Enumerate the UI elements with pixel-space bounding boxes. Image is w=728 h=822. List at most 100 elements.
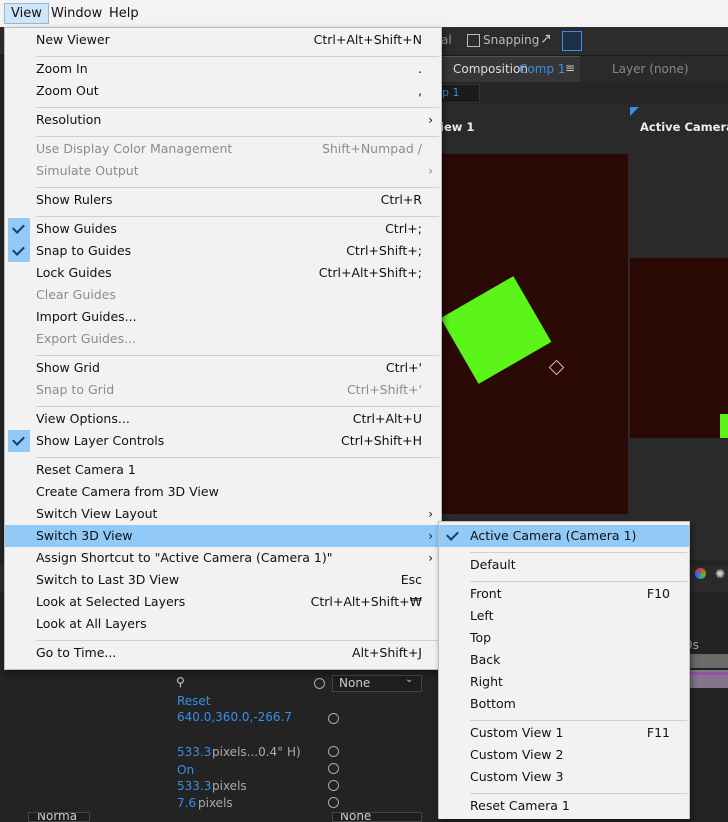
menu-item-show-grid[interactable]: Show Grid Ctrl+'	[5, 357, 441, 379]
menu-item-shortcut: F11	[646, 725, 670, 740]
aperture-value[interactable]: 7.6	[177, 796, 196, 810]
aperture-unit: pixels	[198, 796, 233, 810]
position-pickwhip-icon[interactable]	[328, 713, 339, 724]
menu-item-label: Snap to Grid	[36, 382, 115, 397]
menu-item-label: Import Guides...	[36, 309, 137, 324]
depth-of-field-value[interactable]: On	[177, 763, 194, 777]
right-comp-canvas[interactable]	[630, 258, 728, 438]
checkmark-icon	[8, 240, 30, 262]
menu-item-shortcut: Esc	[400, 572, 422, 587]
composition-tab-bar: Composition Comp 1 ≡ Layer (none)	[440, 56, 728, 83]
chevron-right-icon: ›	[428, 551, 433, 565]
menu-item-label: Top	[470, 630, 492, 645]
menu-item-show-layer-controls[interactable]: Show Layer Controls Ctrl+Shift+H	[5, 430, 441, 452]
menu-item-back[interactable]: Back	[439, 649, 689, 671]
menu-bar: View Window Help	[0, 0, 728, 28]
menu-item-right[interactable]: Right	[439, 671, 689, 693]
menu-item-export-guides: Export Guides...	[5, 328, 441, 350]
menu-view[interactable]: View	[4, 3, 49, 24]
menu-item-look-at-all-layers[interactable]: Look at All Layers	[5, 613, 441, 635]
zoom-pickwhip-icon[interactable]	[328, 746, 339, 757]
menu-item-label: Back	[470, 652, 501, 667]
menu-item-label: Custom View 3	[470, 769, 564, 784]
menu-item-front[interactable]: Front F10	[439, 583, 689, 605]
parent-pickwhip-icon[interactable]: ⚲	[176, 675, 185, 689]
tab-comp-name: Comp 1	[519, 62, 566, 76]
menu-item-shortcut: Ctrl+'	[385, 360, 422, 375]
mode-select[interactable]: Norma	[28, 812, 90, 822]
menu-item-label: Default	[470, 557, 516, 572]
color-wheel-icon[interactable]	[695, 568, 706, 579]
motion-blur-icon[interactable]: ✺	[715, 567, 725, 581]
tab-layer[interactable]: Layer (none)	[612, 62, 689, 76]
menu-item-look-at-selected-layers[interactable]: Look at Selected Layers Ctrl+Alt+Shift+₩	[5, 591, 441, 613]
snapping-checkbox[interactable]	[467, 34, 480, 47]
menu-item-label: Simulate Output	[36, 163, 139, 178]
menu-item-zoom-in[interactable]: Zoom In.	[5, 58, 441, 80]
menu-item-top[interactable]: Top	[439, 627, 689, 649]
menu-item-label: Create Camera from 3D View	[36, 484, 219, 499]
pickwhip-icon[interactable]	[314, 678, 325, 689]
view-menu: New Viewer Ctrl+Alt+Shift+N Zoom In. Zoom O…	[4, 27, 442, 670]
menu-item-active-camera-camera-1[interactable]: Active Camera (Camera 1)	[439, 525, 689, 547]
menu-item-snap-to-guides[interactable]: Snap to Guides Ctrl+Shift+;	[5, 240, 441, 262]
snap-feather-icon[interactable]: ↗	[540, 31, 552, 47]
menu-item-shortcut: Ctrl+Shift+H	[341, 433, 422, 448]
menu-item-label: Show Layer Controls	[36, 433, 165, 448]
menu-item-switch-view-layout[interactable]: Switch View Layout ›	[5, 503, 441, 525]
menu-item-label: Switch 3D View	[36, 528, 133, 543]
menu-item-show-guides[interactable]: Show Guides Ctrl+;	[5, 218, 441, 240]
menu-window[interactable]: Window	[45, 4, 108, 23]
focus-distance-value[interactable]: 533.3	[177, 779, 211, 793]
menu-item-create-camera-from-3d-view[interactable]: Create Camera from 3D View	[5, 481, 441, 503]
panel-menu-icon[interactable]: ≡	[565, 61, 575, 75]
position-value[interactable]: 640.0,360.0,-266.7	[177, 710, 292, 724]
active-view-marker	[630, 107, 639, 116]
dof-pickwhip-icon[interactable]	[328, 763, 339, 774]
menu-item-reset-camera-1[interactable]: Reset Camera 1	[5, 459, 441, 481]
menu-item-assign-shortcut-to-active-camera-camera-1[interactable]: Assign Shortcut to "Active Camera (Camer…	[5, 547, 441, 569]
menu-item-label: Left	[470, 608, 494, 623]
aperture-pickwhip-icon[interactable]	[328, 797, 339, 808]
parent-select-2[interactable]: None	[332, 812, 422, 822]
menu-item-lock-guides[interactable]: Lock Guides Ctrl+Alt+Shift+;	[5, 262, 441, 284]
menu-item-custom-view-2[interactable]: Custom View 2	[439, 744, 689, 766]
zoom-value[interactable]: 533.3	[177, 745, 211, 759]
menu-item-custom-view-3[interactable]: Custom View 3	[439, 766, 689, 788]
menu-item-resolution[interactable]: Resolution ›	[5, 109, 441, 131]
menu-item-import-guides[interactable]: Import Guides...	[5, 306, 441, 328]
parent-select-2-value: None	[340, 812, 372, 822]
menu-item-new-viewer[interactable]: New Viewer Ctrl+Alt+Shift+N	[5, 29, 441, 51]
menu-item-label: Active Camera (Camera 1)	[470, 528, 637, 543]
menu-separator	[36, 406, 439, 407]
menu-item-zoom-out[interactable]: Zoom Out,	[5, 80, 441, 102]
chevron-down-icon: ⌄	[405, 674, 414, 685]
chevron-right-icon: ›	[428, 164, 433, 178]
menu-item-show-rulers[interactable]: Show Rulers Ctrl+R	[5, 189, 441, 211]
reset-link[interactable]: Reset	[177, 694, 211, 708]
menu-help[interactable]: Help	[103, 4, 145, 23]
snap-target-icon[interactable]	[562, 31, 582, 51]
menu-item-label: Show Rulers	[36, 192, 113, 207]
focus-pickwhip-icon[interactable]	[328, 780, 339, 791]
menu-item-label: Show Grid	[36, 360, 100, 375]
menu-item-reset-camera-1[interactable]: Reset Camera 1	[439, 795, 689, 817]
menu-item-label: View Options...	[36, 411, 130, 426]
menu-item-switch-to-last-3d-view[interactable]: Switch to Last 3D View Esc	[5, 569, 441, 591]
menu-item-switch-3d-view[interactable]: Switch 3D View ›	[5, 525, 441, 547]
menu-item-label: Custom View 2	[470, 747, 564, 762]
menu-item-simulate-output: Simulate Output ›	[5, 160, 441, 182]
menu-item-label: Switch to Last 3D View	[36, 572, 180, 587]
menu-item-shortcut: Ctrl+Alt+U	[352, 411, 422, 426]
menu-item-go-to-time[interactable]: Go to Time... Alt+Shift+J	[5, 642, 441, 664]
menu-item-view-options[interactable]: View Options... Ctrl+Alt+U	[5, 408, 441, 430]
menu-item-default[interactable]: Default	[439, 554, 689, 576]
menu-item-label: Reset Camera 1	[36, 462, 136, 477]
parent-select-value: None	[339, 676, 371, 690]
menu-item-label: Bottom	[470, 696, 516, 711]
menu-item-left[interactable]: Left	[439, 605, 689, 627]
snapping-label: Snapping	[483, 33, 540, 47]
chevron-right-icon: ›	[428, 529, 433, 543]
menu-item-bottom[interactable]: Bottom	[439, 693, 689, 715]
menu-item-custom-view-1[interactable]: Custom View 1 F11	[439, 722, 689, 744]
